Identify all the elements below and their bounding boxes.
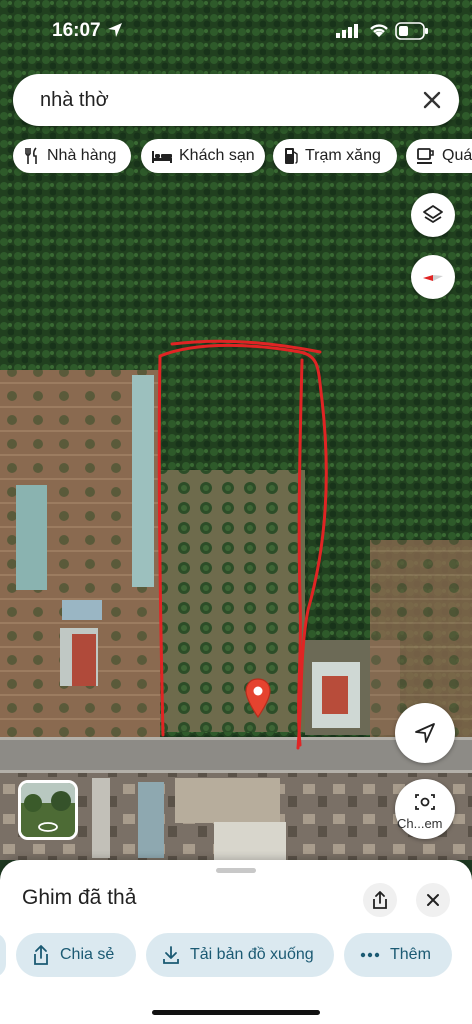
fork-knife-icon <box>25 147 37 164</box>
search-bar[interactable]: nhà thờ <box>13 74 459 126</box>
chip-label: Quá <box>442 147 472 164</box>
dropped-pin[interactable] <box>244 677 272 726</box>
street-view-label: Ch...em <box>397 816 443 831</box>
share-icon <box>373 891 387 909</box>
layers-icon <box>423 205 443 223</box>
compass-icon <box>423 275 443 281</box>
look-around-thumbnail[interactable] <box>18 780 78 840</box>
place-sheet: Ghim đã thả Chia sẻ Tải bản đồ xuống Thê… <box>0 860 472 1024</box>
close-sheet-button[interactable] <box>416 883 450 917</box>
more-action-button[interactable]: Thêm <box>344 933 452 977</box>
action-label: Chia sẻ <box>60 946 115 963</box>
location-arrow-icon <box>107 22 123 43</box>
chip-cafes[interactable]: Quá <box>406 139 472 173</box>
map-pin-icon <box>245 678 271 719</box>
chip-label: Khách sạn <box>179 147 255 164</box>
chip-label: Nhà hàng <box>47 147 117 164</box>
my-location-button[interactable] <box>395 703 455 763</box>
download-map-button[interactable]: Tải bản đồ xuống <box>146 933 334 977</box>
cellular-signal-icon <box>336 24 360 43</box>
more-dots-icon <box>360 952 380 958</box>
rotate-360-icon <box>38 822 58 832</box>
chip-gas-stations[interactable]: Trạm xăng <box>273 139 397 173</box>
search-input[interactable]: nhà thờ <box>40 89 109 112</box>
close-icon[interactable] <box>419 87 445 113</box>
action-partial[interactable] <box>0 933 6 977</box>
share-action-button[interactable]: Chia sẻ <box>16 933 136 977</box>
battery-icon <box>395 22 429 45</box>
sheet-grabber[interactable] <box>216 868 256 873</box>
chip-label: Trạm xăng <box>305 147 381 164</box>
share-icon <box>34 945 48 965</box>
chip-restaurants[interactable]: Nhà hàng <box>13 139 131 173</box>
download-icon <box>163 946 179 964</box>
close-icon <box>427 894 439 906</box>
wifi-icon <box>368 22 390 43</box>
home-indicator <box>152 1010 320 1015</box>
share-button-top[interactable] <box>363 883 397 917</box>
bed-icon <box>152 151 172 163</box>
camera-scan-icon <box>415 794 435 810</box>
compass-button[interactable] <box>411 255 455 299</box>
gas-pump-icon <box>285 148 298 164</box>
action-label: Thêm <box>390 946 431 963</box>
map-layers-button[interactable] <box>411 193 455 237</box>
coffee-cup-icon <box>417 148 434 164</box>
sheet-title: Ghim đã thả <box>22 886 137 909</box>
navigation-arrow-icon <box>415 723 435 743</box>
status-bar: 16:07 <box>0 0 472 60</box>
chip-hotels[interactable]: Khách sạn <box>141 139 265 173</box>
status-time: 16:07 <box>52 20 101 41</box>
action-label: Tải bản đồ xuống <box>190 946 314 963</box>
category-chips: Nhà hàng Khách sạn Trạm xăng Quá <box>13 139 472 175</box>
